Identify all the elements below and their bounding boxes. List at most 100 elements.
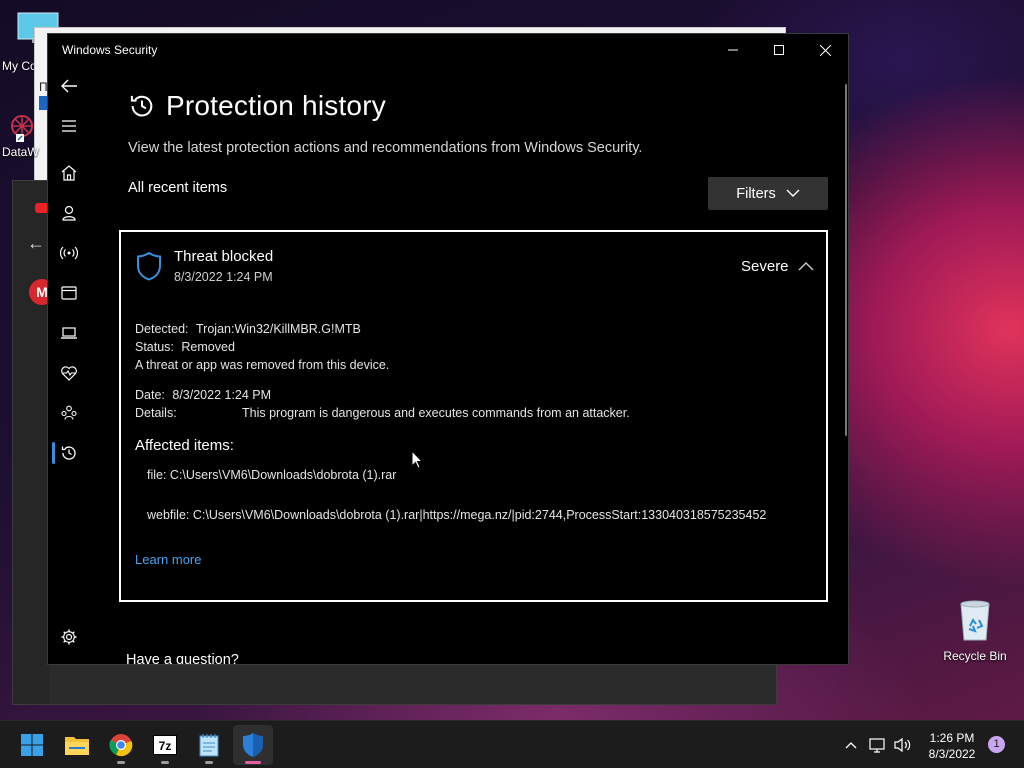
page-subtitle: View the latest protection actions and r… <box>128 140 643 156</box>
details-label: Details: <box>135 406 177 420</box>
speaker-icon <box>894 737 911 753</box>
back-arrow-icon[interactable]: ← <box>27 233 45 254</box>
app-logo-icon <box>11 115 33 142</box>
laptop-icon <box>60 327 77 339</box>
title-bar[interactable]: Windows Security <box>48 34 848 66</box>
status-value: Removed <box>181 340 235 354</box>
affected-item-webfile: webfile: C:\Users\VM6\Downloads\dobrota … <box>147 508 767 522</box>
affected-item-file: file: C:\Users\VM6\Downloads\dobrota (1)… <box>147 468 397 482</box>
browser-window-icon <box>60 286 77 300</box>
filters-button[interactable]: Filters <box>708 177 828 210</box>
filters-label: Filters <box>736 185 776 202</box>
active-indicator <box>245 761 261 764</box>
maximize-icon <box>774 45 784 55</box>
windows-security-window: Windows Security Protection history View… <box>47 33 849 665</box>
window-title: Windows Security <box>62 43 158 57</box>
nav-item-firewall-network[interactable] <box>48 235 89 271</box>
have-a-question-heading: Have a question? <box>126 652 239 665</box>
network-monitor-icon <box>869 738 885 753</box>
windows-logo-icon <box>21 734 43 756</box>
detected-row: Detected: Trojan:Win32/KillMBR.G!MTB <box>135 322 361 336</box>
network-status[interactable] <box>868 735 888 755</box>
notification-badge[interactable]: 1 <box>988 736 1005 753</box>
taskbar-notepad[interactable] <box>189 725 229 765</box>
volume-control[interactable] <box>893 735 913 755</box>
chevron-down-icon <box>786 189 800 197</box>
content-area[interactable]: Protection history View the latest prote… <box>89 66 848 665</box>
details-value: This program is dangerous and executes c… <box>242 406 630 420</box>
nav-item-app-browser-control[interactable] <box>48 275 89 311</box>
nav-item-device-security[interactable] <box>48 315 89 351</box>
clock-date: 8/3/2022 <box>928 747 976 761</box>
nav-item-account-protection[interactable] <box>48 195 89 231</box>
minimize-icon <box>728 49 738 51</box>
minimize-button[interactable] <box>710 34 756 66</box>
taskbar-chrome[interactable] <box>101 725 141 765</box>
shield-icon <box>243 733 263 757</box>
shield-icon <box>137 251 161 281</box>
show-hidden-icons-button[interactable] <box>841 735 861 755</box>
status-row: Status: Removed <box>135 340 235 354</box>
chrome-icon <box>109 734 133 757</box>
date-label: Date: <box>135 388 165 402</box>
status-label: Status: <box>135 340 174 354</box>
threat-date: 8/3/2022 1:24 PM <box>174 270 273 284</box>
close-button[interactable] <box>802 34 848 66</box>
family-icon <box>60 405 77 420</box>
running-indicator <box>205 761 213 764</box>
history-clock-icon <box>130 95 153 117</box>
person-icon <box>61 205 76 221</box>
gear-icon <box>61 629 76 645</box>
heart-pulse-icon <box>60 366 77 381</box>
threat-heading: Threat blocked <box>174 248 274 265</box>
date-value: 8/3/2022 1:24 PM <box>172 388 272 402</box>
detected-value: Trojan:Win32/KillMBR.G!MTB <box>196 322 361 336</box>
navigation-rail <box>48 66 89 664</box>
chevron-up-icon <box>845 742 857 749</box>
hamburger-menu-icon <box>61 120 76 132</box>
nav-item-device-performance[interactable] <box>48 355 89 391</box>
home-icon <box>61 165 76 181</box>
close-icon <box>819 44 831 56</box>
menu-button[interactable] <box>48 108 89 144</box>
threat-card[interactable]: Threat blocked 8/3/2022 1:24 PM Severe D… <box>119 230 828 602</box>
desktop-icon-dataw[interactable]: DataW <box>2 110 42 159</box>
learn-more-link[interactable]: Learn more <box>135 552 201 567</box>
date-row: Date: 8/3/2022 1:24 PM <box>135 388 271 402</box>
nav-item-settings[interactable] <box>48 619 89 655</box>
affected-items-heading: Affected items: <box>135 437 234 454</box>
taskbar-windows-security[interactable] <box>233 725 273 765</box>
desktop-icon-label: DataW <box>2 145 39 159</box>
page-title: Protection history <box>128 90 386 122</box>
vertical-scrollbar[interactable] <box>845 84 847 436</box>
running-indicator <box>117 761 125 764</box>
wireless-antenna-icon <box>59 246 78 260</box>
taskbar: 7z 1:26 PM 8/3/2022 1 <box>0 720 1024 768</box>
back-button[interactable] <box>48 68 89 104</box>
maximize-button[interactable] <box>756 34 802 66</box>
running-indicator <box>161 761 169 764</box>
notepad-icon <box>199 734 219 757</box>
back-arrow-icon <box>60 79 77 93</box>
7zip-icon: 7z <box>153 735 177 755</box>
history-clock-icon <box>61 446 76 460</box>
nav-item-family-options[interactable] <box>48 395 89 431</box>
detected-label: Detected: <box>135 322 189 336</box>
system-clock[interactable]: 1:26 PM 8/3/2022 <box>920 730 984 762</box>
start-button[interactable] <box>12 725 52 765</box>
collapse-button[interactable] <box>796 257 816 275</box>
folder-icon <box>65 737 89 755</box>
taskbar-7zip[interactable]: 7z <box>145 725 185 765</box>
status-message: A threat or app was removed from this de… <box>135 358 390 372</box>
background-sidebar <box>13 181 49 704</box>
chevron-up-icon <box>798 261 814 270</box>
clock-time: 1:26 PM <box>929 731 975 745</box>
section-label-all-recent: All recent items <box>128 180 228 196</box>
nav-item-home[interactable] <box>48 155 89 191</box>
page-title-text: Protection history <box>166 90 386 121</box>
desktop-icon-recycle-bin[interactable]: Recycle Bin <box>940 598 1010 663</box>
mouse-cursor-icon <box>411 450 423 469</box>
taskbar-file-explorer[interactable] <box>57 725 97 765</box>
nav-item-protection-history[interactable] <box>48 435 89 471</box>
severity-label: Severe <box>741 258 789 275</box>
